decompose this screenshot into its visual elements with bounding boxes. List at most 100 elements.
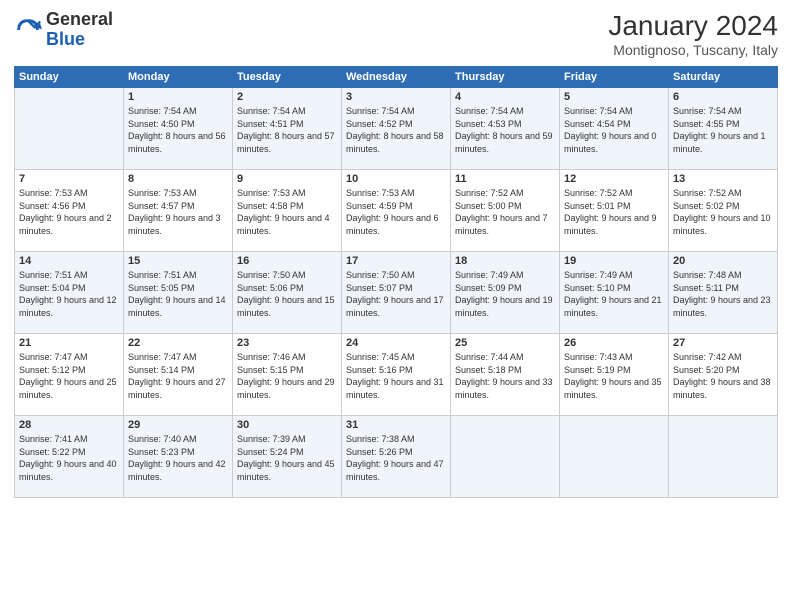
sunset-info: Sunset: 5:04 PM [19, 282, 119, 295]
sunrise-info: Sunrise: 7:47 AM [128, 351, 228, 364]
day-number: 28 [19, 419, 119, 431]
sunrise-info: Sunrise: 7:54 AM [237, 105, 337, 118]
day-number: 6 [673, 91, 773, 103]
table-row: 5 Sunrise: 7:54 AM Sunset: 4:54 PM Dayli… [560, 88, 669, 170]
table-row: 23 Sunrise: 7:46 AM Sunset: 5:15 PM Dayl… [233, 334, 342, 416]
sunrise-info: Sunrise: 7:46 AM [237, 351, 337, 364]
sunrise-info: Sunrise: 7:53 AM [19, 187, 119, 200]
daylight-info: Daylight: 9 hours and 33 minutes. [455, 376, 555, 401]
daylight-info: Daylight: 9 hours and 12 minutes. [19, 294, 119, 319]
table-row: 17 Sunrise: 7:50 AM Sunset: 5:07 PM Dayl… [342, 252, 451, 334]
sunset-info: Sunset: 4:57 PM [128, 200, 228, 213]
col-tuesday: Tuesday [233, 67, 342, 88]
logo-blue: Blue [46, 30, 113, 50]
day-number: 23 [237, 337, 337, 349]
day-info: Sunrise: 7:50 AM Sunset: 5:07 PM Dayligh… [346, 269, 446, 319]
logo-text: General Blue [46, 10, 113, 50]
day-info: Sunrise: 7:41 AM Sunset: 5:22 PM Dayligh… [19, 433, 119, 483]
table-row: 8 Sunrise: 7:53 AM Sunset: 4:57 PM Dayli… [124, 170, 233, 252]
sunrise-info: Sunrise: 7:52 AM [564, 187, 664, 200]
sunrise-info: Sunrise: 7:54 AM [128, 105, 228, 118]
table-row: 11 Sunrise: 7:52 AM Sunset: 5:00 PM Dayl… [451, 170, 560, 252]
day-info: Sunrise: 7:54 AM Sunset: 4:52 PM Dayligh… [346, 105, 446, 155]
daylight-info: Daylight: 9 hours and 29 minutes. [237, 376, 337, 401]
day-number: 1 [128, 91, 228, 103]
day-info: Sunrise: 7:44 AM Sunset: 5:18 PM Dayligh… [455, 351, 555, 401]
table-row: 18 Sunrise: 7:49 AM Sunset: 5:09 PM Dayl… [451, 252, 560, 334]
day-info: Sunrise: 7:46 AM Sunset: 5:15 PM Dayligh… [237, 351, 337, 401]
sunset-info: Sunset: 5:09 PM [455, 282, 555, 295]
day-info: Sunrise: 7:53 AM Sunset: 4:56 PM Dayligh… [19, 187, 119, 237]
day-info: Sunrise: 7:48 AM Sunset: 5:11 PM Dayligh… [673, 269, 773, 319]
table-row: 26 Sunrise: 7:43 AM Sunset: 5:19 PM Dayl… [560, 334, 669, 416]
sunset-info: Sunset: 4:56 PM [19, 200, 119, 213]
day-info: Sunrise: 7:54 AM Sunset: 4:51 PM Dayligh… [237, 105, 337, 155]
calendar-table: Sunday Monday Tuesday Wednesday Thursday… [14, 66, 778, 498]
sunrise-info: Sunrise: 7:51 AM [128, 269, 228, 282]
sunrise-info: Sunrise: 7:49 AM [564, 269, 664, 282]
sunset-info: Sunset: 5:01 PM [564, 200, 664, 213]
sunset-info: Sunset: 5:11 PM [673, 282, 773, 295]
day-number: 30 [237, 419, 337, 431]
sunset-info: Sunset: 5:24 PM [237, 446, 337, 459]
daylight-info: Daylight: 9 hours and 9 minutes. [564, 212, 664, 237]
day-info: Sunrise: 7:43 AM Sunset: 5:19 PM Dayligh… [564, 351, 664, 401]
table-row: 29 Sunrise: 7:40 AM Sunset: 5:23 PM Dayl… [124, 416, 233, 498]
sunset-info: Sunset: 5:20 PM [673, 364, 773, 377]
calendar-week-row: 14 Sunrise: 7:51 AM Sunset: 5:04 PM Dayl… [15, 252, 778, 334]
day-info: Sunrise: 7:54 AM Sunset: 4:53 PM Dayligh… [455, 105, 555, 155]
sunrise-info: Sunrise: 7:50 AM [237, 269, 337, 282]
daylight-info: Daylight: 9 hours and 14 minutes. [128, 294, 228, 319]
sunrise-info: Sunrise: 7:48 AM [673, 269, 773, 282]
table-row: 22 Sunrise: 7:47 AM Sunset: 5:14 PM Dayl… [124, 334, 233, 416]
daylight-info: Daylight: 8 hours and 58 minutes. [346, 130, 446, 155]
table-row [451, 416, 560, 498]
sunset-info: Sunset: 5:22 PM [19, 446, 119, 459]
day-number: 25 [455, 337, 555, 349]
sunrise-info: Sunrise: 7:54 AM [455, 105, 555, 118]
day-number: 27 [673, 337, 773, 349]
day-info: Sunrise: 7:54 AM Sunset: 4:55 PM Dayligh… [673, 105, 773, 155]
daylight-info: Daylight: 9 hours and 38 minutes. [673, 376, 773, 401]
daylight-info: Daylight: 9 hours and 25 minutes. [19, 376, 119, 401]
calendar-week-row: 21 Sunrise: 7:47 AM Sunset: 5:12 PM Dayl… [15, 334, 778, 416]
day-info: Sunrise: 7:52 AM Sunset: 5:00 PM Dayligh… [455, 187, 555, 237]
day-number: 17 [346, 255, 446, 267]
sunset-info: Sunset: 5:16 PM [346, 364, 446, 377]
sunrise-info: Sunrise: 7:54 AM [673, 105, 773, 118]
sunrise-info: Sunrise: 7:50 AM [346, 269, 446, 282]
sunrise-info: Sunrise: 7:53 AM [128, 187, 228, 200]
sunset-info: Sunset: 5:05 PM [128, 282, 228, 295]
day-info: Sunrise: 7:49 AM Sunset: 5:10 PM Dayligh… [564, 269, 664, 319]
day-number: 2 [237, 91, 337, 103]
calendar-week-row: 1 Sunrise: 7:54 AM Sunset: 4:50 PM Dayli… [15, 88, 778, 170]
sunrise-info: Sunrise: 7:41 AM [19, 433, 119, 446]
sunset-info: Sunset: 4:53 PM [455, 118, 555, 131]
table-row: 6 Sunrise: 7:54 AM Sunset: 4:55 PM Dayli… [669, 88, 778, 170]
col-saturday: Saturday [669, 67, 778, 88]
day-info: Sunrise: 7:47 AM Sunset: 5:12 PM Dayligh… [19, 351, 119, 401]
month-title: January 2024 [608, 10, 778, 42]
daylight-info: Daylight: 9 hours and 0 minutes. [564, 130, 664, 155]
day-number: 8 [128, 173, 228, 185]
calendar-body: 1 Sunrise: 7:54 AM Sunset: 4:50 PM Dayli… [15, 88, 778, 498]
daylight-info: Daylight: 9 hours and 47 minutes. [346, 458, 446, 483]
sunrise-info: Sunrise: 7:47 AM [19, 351, 119, 364]
day-number: 15 [128, 255, 228, 267]
col-monday: Monday [124, 67, 233, 88]
daylight-info: Daylight: 9 hours and 23 minutes. [673, 294, 773, 319]
sunrise-info: Sunrise: 7:52 AM [673, 187, 773, 200]
sunrise-info: Sunrise: 7:40 AM [128, 433, 228, 446]
day-info: Sunrise: 7:42 AM Sunset: 5:20 PM Dayligh… [673, 351, 773, 401]
day-info: Sunrise: 7:40 AM Sunset: 5:23 PM Dayligh… [128, 433, 228, 483]
day-number: 5 [564, 91, 664, 103]
col-friday: Friday [560, 67, 669, 88]
logo: General Blue [14, 10, 113, 50]
day-info: Sunrise: 7:52 AM Sunset: 5:01 PM Dayligh… [564, 187, 664, 237]
sunset-info: Sunset: 5:12 PM [19, 364, 119, 377]
sunset-info: Sunset: 4:51 PM [237, 118, 337, 131]
daylight-info: Daylight: 9 hours and 27 minutes. [128, 376, 228, 401]
day-number: 3 [346, 91, 446, 103]
calendar-header: Sunday Monday Tuesday Wednesday Thursday… [15, 67, 778, 88]
day-number: 11 [455, 173, 555, 185]
